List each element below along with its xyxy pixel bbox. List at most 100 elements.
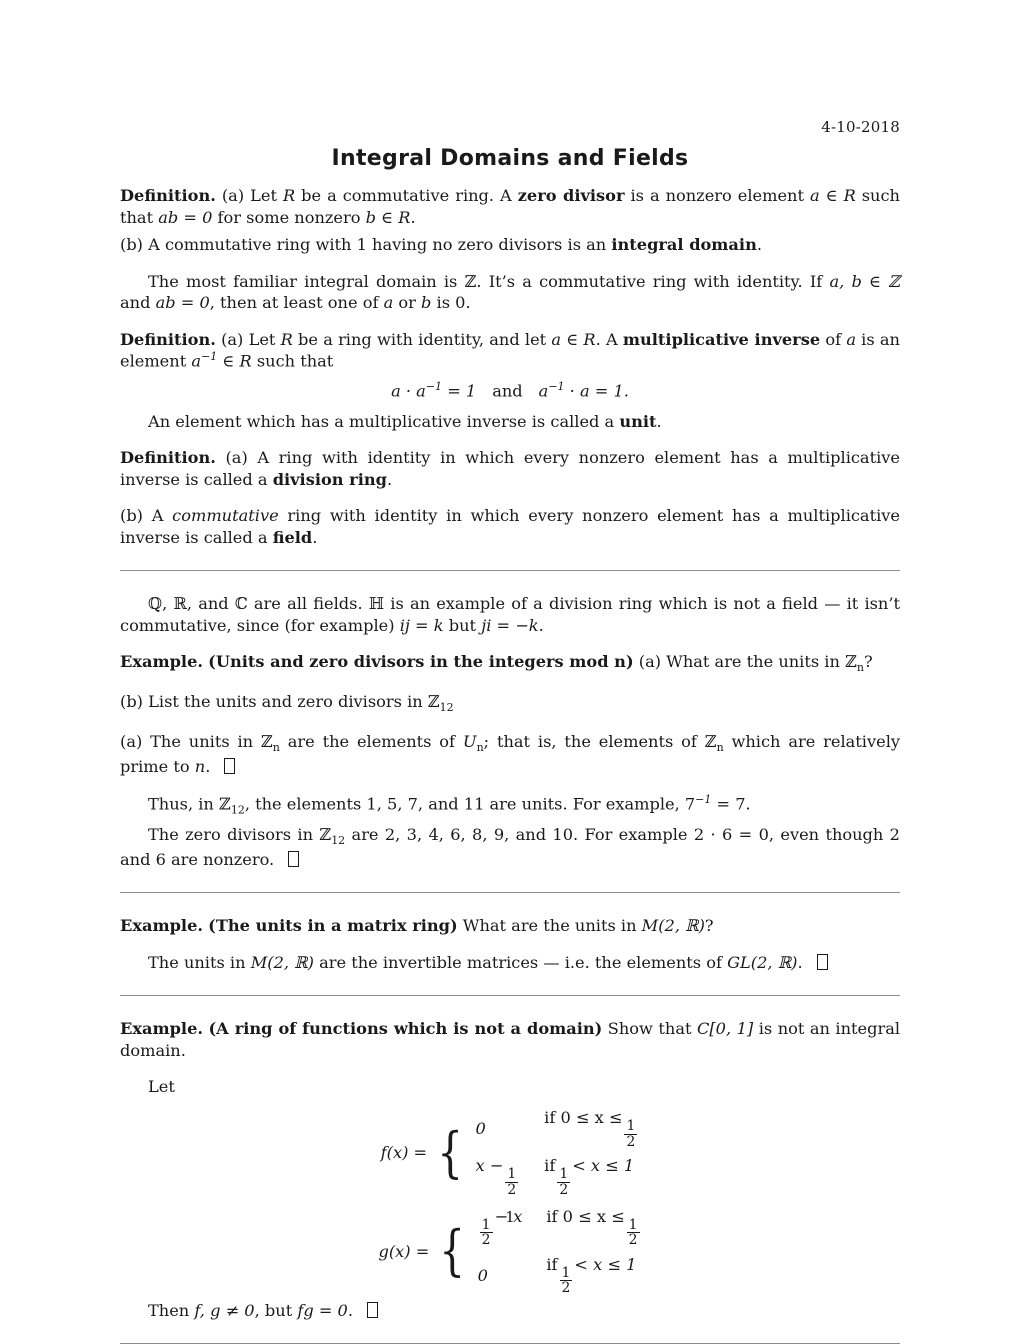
brace-icon: { (437, 1120, 464, 1184)
def1-elem-a: a (809, 186, 820, 205)
def3b-italic-term: commutative (172, 506, 279, 526)
def3a-text-tail: . (386, 469, 393, 489)
thus-exponent: −1 (695, 792, 712, 806)
section-divider-2 (120, 892, 900, 894)
example-3-conclusion: Then f, g ≠ 0, but fg = 0. (120, 1300, 900, 1322)
def3a-text-pre: (a) A ring with identity in which every … (120, 448, 900, 489)
thus-tail: = 7. (711, 794, 751, 813)
fraction-one-half: 12 (557, 1166, 571, 1198)
eq-right: a (538, 381, 549, 401)
def2-var-a: a (846, 329, 856, 349)
thus-mid: , the elements 1, 5, 7, and 11 are units… (244, 794, 696, 813)
example-2-heading: Example. (The units in a matrix ring) Wh… (120, 915, 900, 937)
familiar-text-1: The most familiar integral domain is (148, 271, 465, 291)
definition-1-part-a: Definition. (a) Let R be a commutative r… (120, 185, 900, 228)
thus-symbol-Z: ℤ (219, 794, 231, 813)
example-1-question-b: (b) List the units and zero divisors in … (120, 691, 900, 716)
fraction-one-half: 12 (624, 1118, 638, 1149)
example-3-title: (A ring of functions which is not a doma… (208, 1019, 603, 1039)
f-case-1-cond-text: if 0 ≤ x ≤ (544, 1108, 623, 1128)
frac-numerator: 1 (559, 1166, 569, 1183)
f-case-2-cond-pre: if (544, 1155, 556, 1175)
frac-numerator: 1 (507, 1166, 517, 1183)
example-2-answer-tail: . (797, 952, 803, 972)
def2-text-pre: (a) Let (221, 329, 281, 349)
def2-text-mid5: such that (251, 351, 334, 371)
def1-var-R: R (282, 186, 296, 205)
answer-a-mid-2: ; that is, the elements of (483, 732, 705, 752)
f-lhs: f(x) = (380, 1142, 428, 1162)
frac-denominator: 2 (559, 1280, 573, 1297)
def2-a-in-R: a ∈ R (551, 329, 596, 349)
def2-var-R: R (280, 329, 293, 349)
f-case-2-condition: if 1 2 < x ≤ 1 (544, 1156, 639, 1197)
familiar-text-4: , then at least one of (209, 293, 384, 313)
example-1-thus: Thus, in ℤ12, the elements 1, 5, 7, and … (120, 793, 900, 818)
frac-denominator: 2 (557, 1181, 571, 1198)
answer-a-symbol-U: U (462, 732, 477, 752)
example-3-label: Example. (120, 1019, 204, 1039)
paragraph-unit: An element which has a multiplicative in… (120, 411, 900, 433)
answer-a-pre: (a) The units in (120, 732, 261, 752)
brace-icon: { (439, 1219, 466, 1283)
example-1-symbol-Z12: ℤ (427, 692, 440, 712)
zero-sub-12: 12 (331, 834, 346, 848)
g-case-2-value: 0 (477, 1265, 488, 1285)
def1-text-pre: (a) Let (221, 186, 283, 205)
qed-box-icon (224, 758, 236, 775)
def1-elem-b: b ∈ R (365, 207, 411, 227)
frac-numerator: 1 (626, 1118, 636, 1135)
g-case-2-cond-tail: < x ≤ 1 (574, 1254, 637, 1274)
conclusion-math-1: f, g ≠ 0 (194, 1300, 255, 1320)
thus-pre: Thus, in (148, 794, 219, 813)
def1-in-R: ∈ R (819, 186, 856, 205)
familiar-var-a: a (383, 293, 394, 313)
answer-a-sub-n-1: n (272, 741, 280, 755)
def2-a-inverse: a (191, 351, 201, 371)
answer-a-sub-n-2: n (476, 741, 484, 755)
answer-a-sub-n-3: n (716, 741, 724, 755)
equation-multiplicative-inverse: a · a−1 = 1 and a−1 · a = 1. (120, 380, 900, 400)
qed-box-icon (367, 1301, 379, 1318)
frac-numerator: 1 (561, 1265, 571, 1282)
def2-text-mid3: of (820, 329, 847, 349)
def2-text-mid2: . A (595, 329, 623, 349)
definition-3-label: Definition. (120, 448, 216, 468)
def2-a-inverse-tail: ∈ R (217, 351, 252, 371)
familiar-text-5: or (393, 293, 422, 313)
example-2-answer-math-M2R: M(2, ℝ) (250, 952, 314, 972)
example-1-zero-divisors: The zero divisors in ℤ12 are 2, 3, 4, 6,… (120, 824, 900, 870)
zero-symbol-Z: ℤ (319, 824, 332, 844)
example-3-let: Let (148, 1077, 175, 1097)
answer-a-symbol-Z: ℤ (260, 732, 273, 752)
paragraph-fields-note: ℚ, ℝ, and ℂ are all fields. ℍ is an exam… (120, 593, 900, 636)
example-3-math-C01: C[0, 1] (696, 1019, 754, 1039)
page-number: 1 (505, 1208, 515, 1226)
definition-1-part-b: (b) A commutative ring with 1 having no … (120, 234, 900, 256)
familiar-ab-eq-0: ab = 0 (155, 293, 210, 313)
thus-sub-12: 12 (230, 803, 245, 817)
conclusion-mid: , but (254, 1300, 298, 1320)
section-divider-3 (120, 995, 900, 997)
frac-denominator: 2 (505, 1181, 519, 1198)
conclusion-math-2: fg = 0 (297, 1300, 348, 1320)
familiar-text-2: . It’s a commutative ring with identity.… (476, 271, 830, 291)
example-3-question-pre: Show that (602, 1019, 697, 1039)
example-1-heading: Example. (Units and zero divisors in the… (120, 651, 900, 676)
familiar-var-b: b (421, 293, 432, 313)
def1b-text-tail: . (756, 235, 762, 255)
frac-denominator: 2 (479, 1232, 493, 1249)
definition-3-part-b: (b) A commutative ring with identity in … (120, 505, 900, 548)
example-1-subscript-12: 12 (439, 701, 454, 715)
example-1-label: Example. (120, 652, 204, 672)
familiar-text-6: is 0. (431, 293, 471, 313)
unit-bold-term: unit (619, 411, 657, 431)
def1b-bold-term: integral domain (611, 235, 757, 255)
example-1-subscript-n: n (856, 661, 864, 675)
def1-text-mid2: is a nonzero element (624, 186, 810, 205)
symbol-integers: ℤ (464, 271, 477, 291)
example-1-question-a-tail: ? (863, 652, 873, 672)
def1b-text-pre: (b) A commutative ring with 1 having no … (120, 235, 612, 255)
f-case-1-value: 0 (475, 1118, 486, 1138)
page-title: Integral Domains and Fields (331, 146, 689, 171)
